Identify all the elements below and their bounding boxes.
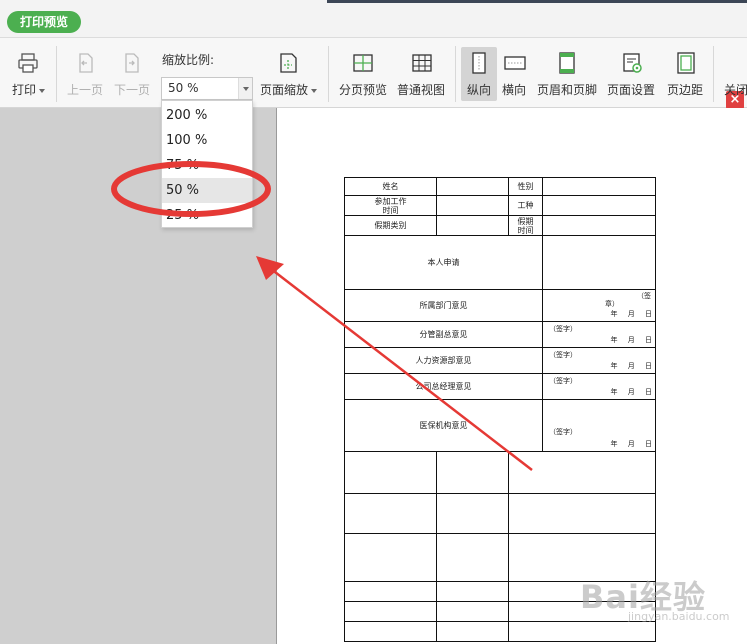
page-break-preview-button[interactable]: 分页预览 (336, 38, 390, 106)
margins-label: 页边距 (667, 83, 704, 97)
margins-button[interactable]: 页边距 (664, 38, 708, 106)
prev-page-icon (79, 53, 93, 73)
blank-cell (436, 581, 509, 602)
page-setup-button[interactable]: 页面设置 (605, 38, 659, 106)
page-zoom-icon (280, 53, 297, 73)
zoom-value: 50 % (168, 81, 199, 95)
baidu-jingyan-watermark: Bai经验 jingyan.baidu.com (580, 572, 740, 632)
blank-cell (436, 533, 509, 582)
gender-label: 性别 (508, 177, 543, 196)
zoom-label: 缩放比例: (162, 53, 215, 67)
name-value (436, 177, 509, 196)
portrait-label: 纵向 (467, 83, 492, 97)
blank-cell (344, 581, 437, 602)
zoom-dropdown: 200 % 100 % 75 % 50 % 25 % (161, 100, 253, 228)
zoom-option-100[interactable]: 100 % (162, 128, 252, 153)
divider (713, 46, 714, 102)
blank-cell (344, 493, 437, 534)
gm-opinion-label: 公司总经理意见 (344, 373, 543, 400)
landscape-page-icon (504, 56, 526, 70)
gender-value (542, 177, 656, 196)
divider (455, 46, 456, 102)
vp-opinion-label: 分管副总意见 (344, 321, 543, 348)
job-type-label: 工种 (508, 195, 543, 216)
blank-cell (436, 621, 509, 642)
vp-opinion-value: （签字） 年 月 日 (542, 321, 656, 348)
normal-view-button[interactable]: 普通视图 (394, 38, 450, 106)
portrait-button[interactable]: 纵向 (461, 47, 497, 101)
print-button[interactable]: 打印 (6, 38, 52, 106)
header-footer-label: 页眉和页脚 (537, 83, 598, 97)
page-setup-icon (623, 53, 642, 73)
hr-opinion-value: （签字） 年 月 日 (542, 347, 656, 374)
dept-opinion-label: 所属部门意见 (344, 289, 543, 322)
landscape-button[interactable]: 横向 (499, 38, 531, 106)
zoom-option-75[interactable]: 75 % (162, 153, 252, 178)
leave-type-label: 假期类别 (344, 215, 437, 236)
page-setup-label: 页面设置 (607, 83, 656, 97)
toolbar: 打印 上一页 下一页 缩放比例: 50 % 页面缩放 分页预览 普通视图 纵向 … (0, 38, 747, 109)
zoom-select[interactable]: 50 % (161, 77, 253, 100)
zoom-option-200[interactable]: 200 % (162, 103, 252, 128)
portrait-page-icon (472, 52, 486, 74)
join-work-time-value (436, 195, 509, 216)
blank-cell (344, 533, 437, 582)
leave-period-value (542, 215, 656, 236)
close-label: 关闭 (724, 83, 747, 97)
page-zoom-button[interactable]: 页面缩放 (258, 38, 320, 106)
next-page-label: 下一页 (114, 83, 151, 97)
print-label: 打印 (12, 83, 37, 97)
watermark-url: jingyan.baidu.com (628, 610, 730, 623)
gm-opinion-value: （签字） 年 月 日 (542, 373, 656, 400)
zoom-option-50[interactable]: 50 % (162, 178, 252, 203)
blank-cell (508, 493, 656, 534)
blank-cell (436, 451, 509, 494)
blank-cell (436, 493, 509, 534)
medical-opinion-value: （签字） 年 月 日 (542, 399, 656, 452)
name-label: 姓名 (344, 177, 437, 196)
job-type-value (542, 195, 656, 216)
zoom-option-25[interactable]: 25 % (162, 203, 252, 228)
printer-icon (18, 53, 38, 73)
divider (328, 46, 329, 102)
normal-view-label: 普通视图 (397, 83, 446, 97)
title-bar: 打印预览 (0, 0, 747, 38)
margins-icon (677, 52, 695, 74)
prev-page-button[interactable]: 上一页 (64, 38, 106, 106)
page-zoom-label: 页面缩放 (260, 83, 309, 97)
leave-period-label: 假期 时间 (508, 215, 543, 236)
blank-cell (344, 601, 437, 622)
prev-page-label: 上一页 (67, 83, 104, 97)
page-break-preview-label: 分页预览 (339, 83, 388, 97)
divider (56, 46, 57, 102)
blank-cell (344, 621, 437, 642)
dept-opinion-value: （签 章） 年 月 日 (542, 289, 656, 322)
landscape-label: 横向 (502, 83, 527, 97)
next-page-button[interactable]: 下一页 (110, 38, 154, 106)
blank-cell (508, 451, 656, 494)
header-footer-icon (559, 52, 575, 74)
blank-cell (344, 451, 437, 494)
leave-type-value (436, 215, 509, 236)
window-strip (327, 0, 747, 3)
chevron-down-icon[interactable] (311, 88, 318, 93)
close-button[interactable]: 关闭 (722, 38, 747, 106)
page-break-icon (353, 54, 373, 72)
personal-application-value (542, 235, 656, 290)
medical-opinion-label: 医保机构意见 (344, 399, 543, 452)
join-work-time-label: 参加工作 时间 (344, 195, 437, 216)
next-page-icon (125, 53, 139, 73)
personal-application-label: 本人申请 (344, 235, 543, 290)
grid-icon (412, 54, 432, 72)
chevron-down-icon[interactable] (39, 88, 46, 93)
hr-opinion-label: 人力资源部意见 (344, 347, 543, 374)
blank-cell (436, 601, 509, 622)
header-footer-button[interactable]: 页眉和页脚 (535, 38, 599, 106)
chevron-down-icon[interactable] (238, 78, 252, 99)
print-preview-tab[interactable]: 打印预览 (7, 11, 82, 33)
